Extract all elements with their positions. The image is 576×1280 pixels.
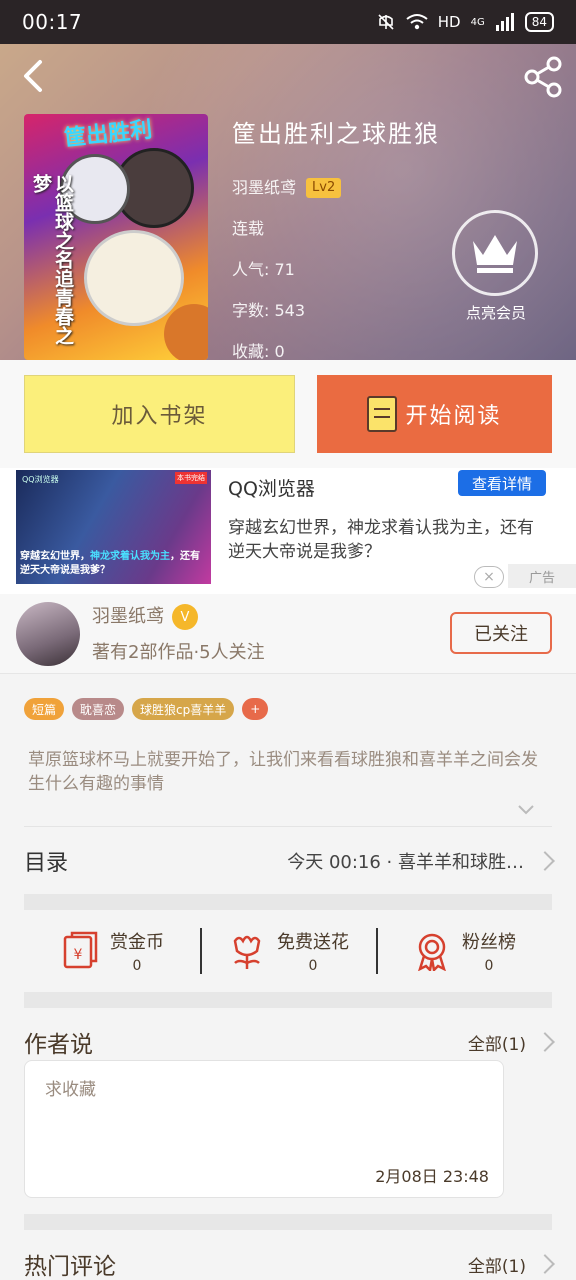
cover-character-sheep: [84, 230, 184, 326]
signal-icon: [495, 13, 514, 31]
reward-coins-count: 0: [132, 958, 142, 974]
ad-image-text-part: 穿越玄幻世界，: [20, 551, 90, 562]
send-flower-text: 免费送花 0: [277, 928, 349, 974]
ad-image-text: 穿越玄幻世界，神龙求着认我为主，还有逆天大帝说是我爹？: [20, 550, 207, 578]
tag-item[interactable]: +: [242, 698, 269, 720]
start-reading-button[interactable]: 开始阅读: [317, 375, 552, 453]
author-block: 羽墨纸鸢 V 著有2部作品·5人关注 已关注: [0, 594, 576, 674]
ad-image-text-highlight: 神龙求着认我为主: [90, 551, 170, 562]
tag-item[interactable]: 耽喜恋: [72, 698, 125, 720]
reader-actions: ¥ 赏金币 0 免费送花 0 粉丝榜 0: [24, 910, 552, 992]
action-area: 加入书架 开始阅读: [0, 360, 576, 468]
add-to-shelf-button[interactable]: 加入书架: [24, 375, 295, 453]
signal-type: 4G: [470, 16, 485, 28]
author-name-row[interactable]: 羽墨纸鸢 V: [92, 602, 198, 630]
crown-icon: [473, 235, 517, 273]
book-favorites: 收藏: 0: [232, 342, 285, 360]
book-icon: [367, 396, 398, 432]
ad-banner[interactable]: QQ浏览器 本书完结 穿越玄幻世界，神龙求着认我为主，还有逆天大帝说是我爹？ Q…: [0, 468, 576, 594]
hot-comments-title: 热门评论: [24, 1254, 116, 1280]
fan-ranking-count: 0: [484, 958, 494, 974]
tag-item[interactable]: 短篇: [24, 698, 65, 720]
flower-icon: [233, 935, 261, 969]
fan-ranking-button[interactable]: 粉丝榜 0: [376, 910, 552, 992]
vip-label: 点亮会员: [465, 304, 526, 322]
cover-side-text: 以篮球之名追青春之梦: [30, 174, 74, 345]
cover-title: 筐出胜利: [63, 117, 154, 152]
ad-label: 广告: [508, 564, 576, 588]
fan-ranking-label: 粉丝榜: [462, 932, 516, 953]
share-icon[interactable]: [520, 54, 566, 100]
author-says-all-link[interactable]: 全部(1): [468, 1030, 526, 1055]
svg-text:¥: ¥: [74, 947, 83, 963]
book-cover[interactable]: 筐出胜利 以篮球之名追青春之梦: [24, 114, 208, 360]
ad-image[interactable]: QQ浏览器 本书完结 穿越玄幻世界，神龙求着认我为主，还有逆天大帝说是我爹？: [16, 470, 211, 584]
table-of-contents[interactable]: 目录 今天 00:16 · 喜羊羊和球胜…: [24, 826, 555, 894]
battery-indicator: 84: [524, 12, 554, 32]
network-type: HD: [437, 13, 461, 31]
back-arrow-icon[interactable]: [14, 56, 54, 96]
add-to-shelf-label: 加入书架: [111, 404, 208, 429]
author-name[interactable]: 羽墨纸鸢: [92, 606, 164, 627]
ad-image-logo: QQ浏览器: [22, 475, 59, 484]
status-icons: HD 4G 84: [376, 12, 554, 32]
reward-coins-label: 赏金币: [110, 932, 164, 953]
cover-basketball: [164, 304, 208, 360]
mute-icon: [378, 14, 394, 30]
book-author-row[interactable]: 羽墨纸鸢 Lv2: [232, 167, 440, 208]
fan-ranking-text: 粉丝榜 0: [462, 928, 516, 974]
section-divider: [24, 1214, 552, 1230]
vip-circle: [452, 210, 538, 296]
reward-coins-button[interactable]: ¥ 赏金币 0: [24, 910, 200, 992]
book-word-count: 字数: 543: [232, 301, 306, 320]
reward-coins-text: 赏金币 0: [110, 928, 164, 974]
avatar[interactable]: [16, 602, 80, 666]
author-level-badge: Lv2: [306, 177, 342, 198]
wifi-icon: [406, 14, 428, 30]
send-flower-count: 0: [308, 958, 318, 974]
medal-icon: [418, 933, 446, 971]
author-note-time: 2月08日 23:48: [375, 1167, 489, 1186]
author-stats: 著有2部作品·5人关注: [92, 642, 265, 663]
chevron-down-icon[interactable]: [516, 800, 536, 820]
section-divider: [24, 992, 552, 1008]
book-status: 连载: [232, 219, 265, 238]
book-author[interactable]: 羽墨纸鸢: [232, 167, 296, 208]
chevron-right-icon[interactable]: [535, 1254, 555, 1274]
follow-button[interactable]: 已关注: [450, 612, 552, 654]
book-title: 筐出胜利之球胜狼: [232, 120, 440, 148]
ad-title: QQ浏览器: [228, 478, 315, 500]
vip-button[interactable]: 点亮会员: [452, 210, 540, 323]
book-summary: 草原篮球杯马上就要开始了，让我们来看看球胜狼和喜羊羊之间会发生什么有趣的事情: [28, 750, 538, 794]
hot-comments-all-link[interactable]: 全部(1): [468, 1252, 526, 1277]
tag-list: 短篇 耽喜恋 球胜狼cp喜羊羊 +: [24, 698, 269, 720]
toc-label: 目录: [24, 850, 69, 876]
book-header: 筐出胜利 以篮球之名追青春之梦 筐出胜利之球胜狼 羽墨纸鸢 Lv2 连载 人气:…: [0, 44, 576, 360]
send-flower-button[interactable]: 免费送花 0: [200, 910, 376, 992]
ad-detail-button[interactable]: 查看详情: [458, 470, 546, 496]
hot-comments-header: 热门评论 全部(1): [24, 1244, 555, 1280]
ad-image-tag: 本书完结: [175, 472, 207, 484]
author-note-card[interactable]: 求收藏 2月08日 23:48: [24, 1060, 504, 1198]
chevron-right-icon[interactable]: [535, 1032, 555, 1052]
book-popularity: 人气: 71: [232, 260, 295, 279]
author-says-header: 作者说 全部(1): [24, 1022, 555, 1062]
tag-item[interactable]: 球胜狼cp喜羊羊: [132, 698, 235, 720]
book-info: 筐出胜利之球胜狼 羽墨纸鸢 Lv2 连载 人气: 71 字数: 543 收藏: …: [232, 114, 440, 360]
author-note-text: 求收藏: [45, 1080, 96, 1100]
status-time: 00:17: [22, 10, 83, 34]
verified-badge: V: [172, 604, 198, 630]
ad-description: 穿越玄幻世界，神龙求着认我为主，还有逆天大帝说是我爹？: [228, 518, 534, 562]
author-says-title: 作者说: [24, 1032, 93, 1058]
toc-latest-chapter: 今天 00:16 · 喜羊羊和球胜…: [287, 851, 524, 873]
send-flower-label: 免费送花: [277, 932, 349, 953]
coin-envelope-icon: ¥: [63, 931, 98, 969]
chevron-right-icon: [535, 850, 555, 871]
status-bar: 00:17 HD 4G 84: [0, 0, 576, 44]
start-reading-label: 开始阅读: [405, 404, 502, 429]
ad-close-button[interactable]: ×: [474, 566, 504, 588]
section-divider: [24, 894, 552, 910]
